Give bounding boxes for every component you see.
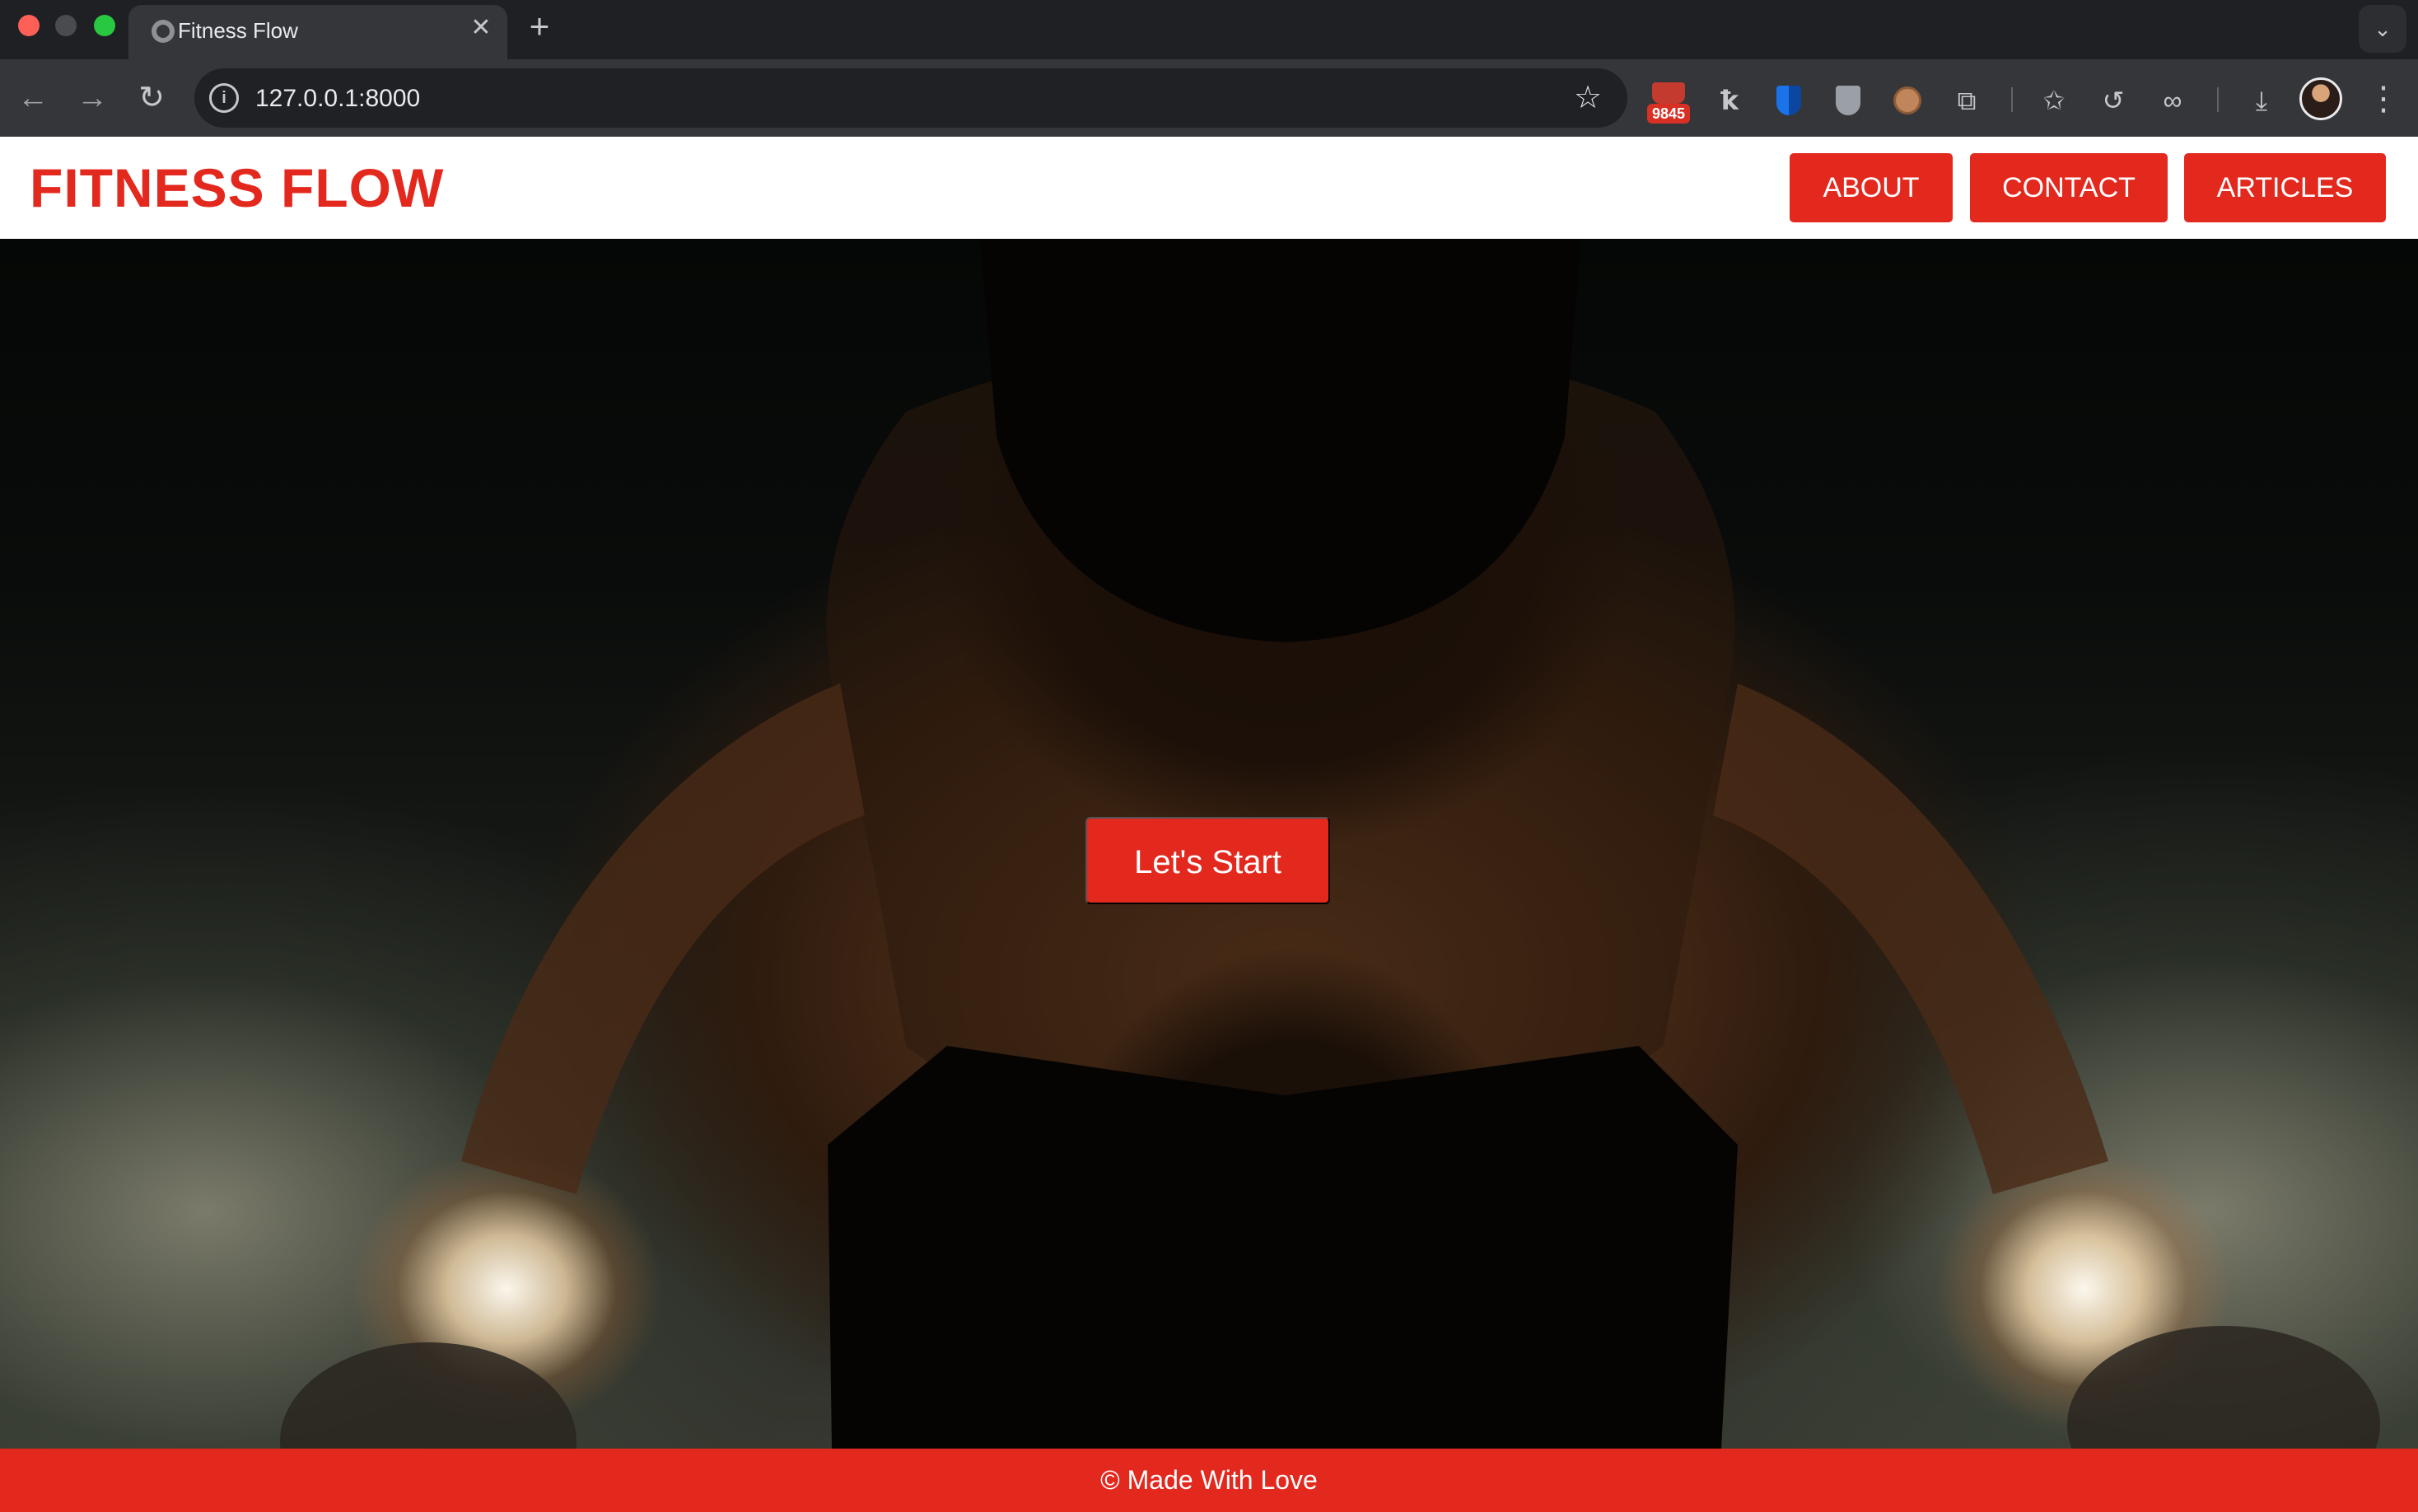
- star-list-icon[interactable]: ✩: [2034, 81, 2074, 120]
- nav-about-link[interactable]: ABOUT: [1790, 153, 1953, 222]
- url-text[interactable]: 127.0.0.1:8000: [255, 84, 420, 114]
- globe-icon: [152, 20, 175, 43]
- shield-icon[interactable]: [1769, 81, 1809, 120]
- nav-articles-link[interactable]: ARTICLES: [2184, 153, 2386, 222]
- link-icon[interactable]: ∞: [2153, 81, 2192, 120]
- back-icon[interactable]: ←: [12, 77, 54, 120]
- left-arm-shape: [461, 684, 865, 1194]
- cookie-icon[interactable]: [1888, 81, 1927, 120]
- site-logo[interactable]: FITNESS FLOW: [30, 156, 444, 219]
- cookie-shape: [1893, 86, 1921, 114]
- history-icon[interactable]: ↺: [2094, 81, 2133, 120]
- toolbar-divider: [2217, 87, 2219, 112]
- keyboard-icon[interactable]: ꝁ: [1710, 81, 1749, 120]
- extension-badge: 9845: [1647, 104, 1690, 124]
- page-viewport: FITNESS FLOW ABOUT CONTACT ARTICLES Let'…: [0, 137, 2418, 1512]
- site-footer: © Made With Love: [0, 1449, 2418, 1512]
- privacy-shield-shape: [1836, 86, 1860, 115]
- right-arm-shape: [1713, 684, 2108, 1194]
- plus-icon[interactable]: +: [520, 8, 558, 46]
- nav-contact-link[interactable]: CONTACT: [1970, 153, 2168, 222]
- hero-image: Let's Start: [0, 239, 2418, 1449]
- close-window-button[interactable]: [18, 15, 40, 36]
- lets-start-button[interactable]: Let's Start: [1085, 817, 1330, 904]
- browser-toolbar: ← → ↻ i 127.0.0.1:8000 ☆ 9845 ꝁ ⧉ ✩ ↺ ∞ …: [0, 59, 2418, 137]
- minimize-window-button[interactable]: [55, 15, 77, 36]
- left-weight-shape: [280, 1342, 576, 1449]
- tank-top-shape: [828, 1046, 1738, 1449]
- bucket-shape: [1652, 82, 1685, 104]
- avatar[interactable]: [2299, 77, 2342, 120]
- privacy-shield-icon[interactable]: [1828, 81, 1868, 120]
- browser-tab-strip: Fitness Flow ✕ + ⌄: [0, 0, 2418, 59]
- download-icon[interactable]: ⤓: [2242, 81, 2281, 120]
- footer-text: © Made With Love: [1100, 1465, 1318, 1495]
- info-icon[interactable]: i: [209, 83, 239, 113]
- address-bar[interactable]: i 127.0.0.1:8000 ☆: [194, 68, 1627, 128]
- right-weight-shape: [2067, 1326, 2380, 1449]
- forward-icon[interactable]: →: [71, 77, 114, 120]
- tab-title: Fitness Flow: [178, 18, 298, 43]
- puzzle-icon[interactable]: ⧉: [1947, 81, 1986, 120]
- more-menu-icon[interactable]: ⋮: [2367, 77, 2400, 120]
- browser-tab[interactable]: Fitness Flow ✕: [128, 5, 507, 59]
- bucket-icon[interactable]: 9845: [1647, 81, 1690, 124]
- chevron-down-icon[interactable]: ⌄: [2359, 5, 2406, 53]
- close-icon[interactable]: ✕: [466, 13, 496, 43]
- toolbar-divider: [2011, 87, 2013, 112]
- shield-shape: [1776, 86, 1801, 115]
- star-icon[interactable]: ☆: [1570, 80, 1606, 116]
- reload-icon[interactable]: ↻: [130, 77, 173, 120]
- maximize-window-button[interactable]: [94, 15, 115, 36]
- site-header: FITNESS FLOW ABOUT CONTACT ARTICLES: [0, 137, 2418, 239]
